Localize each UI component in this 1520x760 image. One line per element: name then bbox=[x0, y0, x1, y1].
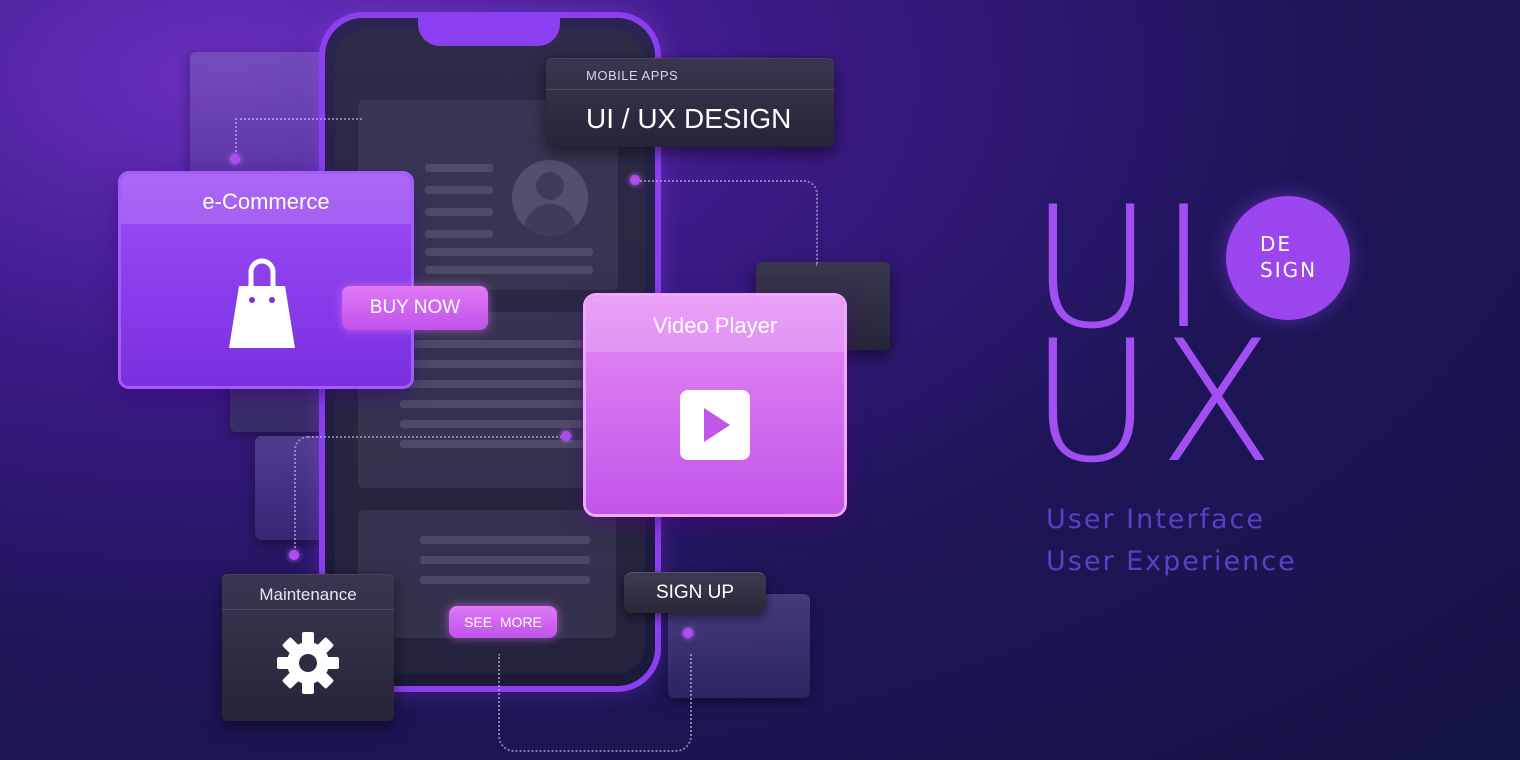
shopping-bag-icon bbox=[227, 258, 297, 350]
text-line bbox=[400, 340, 590, 348]
connector-dot bbox=[683, 628, 693, 638]
ecommerce-title: e-Commerce bbox=[121, 174, 411, 224]
tagline-user-experience: User Experience bbox=[1046, 546, 1297, 577]
text-line bbox=[425, 266, 593, 274]
text-line bbox=[425, 208, 493, 216]
bg-panel-top-left bbox=[190, 52, 330, 182]
user-avatar-icon bbox=[512, 160, 588, 236]
text-line bbox=[400, 400, 590, 408]
connector-dot bbox=[289, 550, 299, 560]
tagline-user-interface: User Interface bbox=[1046, 504, 1266, 535]
text-line bbox=[425, 186, 493, 194]
maintenance-title: Maintenance bbox=[259, 585, 357, 604]
connector-dot bbox=[561, 431, 571, 441]
hero-ux-text: UX bbox=[1030, 304, 1281, 500]
connector-line bbox=[235, 118, 362, 160]
phone-notch bbox=[418, 18, 560, 46]
text-line bbox=[420, 576, 590, 584]
badge-line2: SIGN bbox=[1260, 258, 1318, 282]
header-title: UI / UX DESIGN bbox=[586, 103, 792, 134]
design-badge: DE SIGN bbox=[1226, 196, 1350, 320]
play-icon[interactable] bbox=[680, 390, 750, 460]
buy-now-button[interactable]: BUY NOW bbox=[342, 286, 488, 330]
badge-line1: DE bbox=[1260, 232, 1293, 256]
connector-dot bbox=[230, 154, 240, 164]
text-line bbox=[425, 164, 493, 172]
gear-icon bbox=[276, 631, 340, 695]
ecommerce-card[interactable]: e-Commerce bbox=[121, 174, 411, 386]
text-line bbox=[425, 248, 593, 256]
connector-line bbox=[294, 436, 568, 556]
maintenance-card[interactable]: Maintenance bbox=[222, 574, 394, 721]
header-panel: MOBILE APPS UI / UX DESIGN bbox=[546, 58, 834, 147]
text-line bbox=[400, 380, 590, 388]
video-player-card[interactable]: Video Player bbox=[586, 296, 844, 514]
text-line bbox=[400, 360, 590, 368]
video-player-title: Video Player bbox=[586, 296, 844, 352]
connector-dot bbox=[630, 175, 640, 185]
connector-line bbox=[636, 180, 818, 266]
connector-line bbox=[498, 654, 692, 752]
text-line bbox=[425, 230, 493, 238]
see-more-button[interactable]: SEE MORE bbox=[449, 606, 557, 638]
header-kicker: MOBILE APPS bbox=[586, 68, 679, 83]
sign-up-button[interactable]: SIGN UP bbox=[624, 572, 766, 613]
text-line bbox=[400, 420, 590, 428]
text-line bbox=[420, 556, 590, 564]
